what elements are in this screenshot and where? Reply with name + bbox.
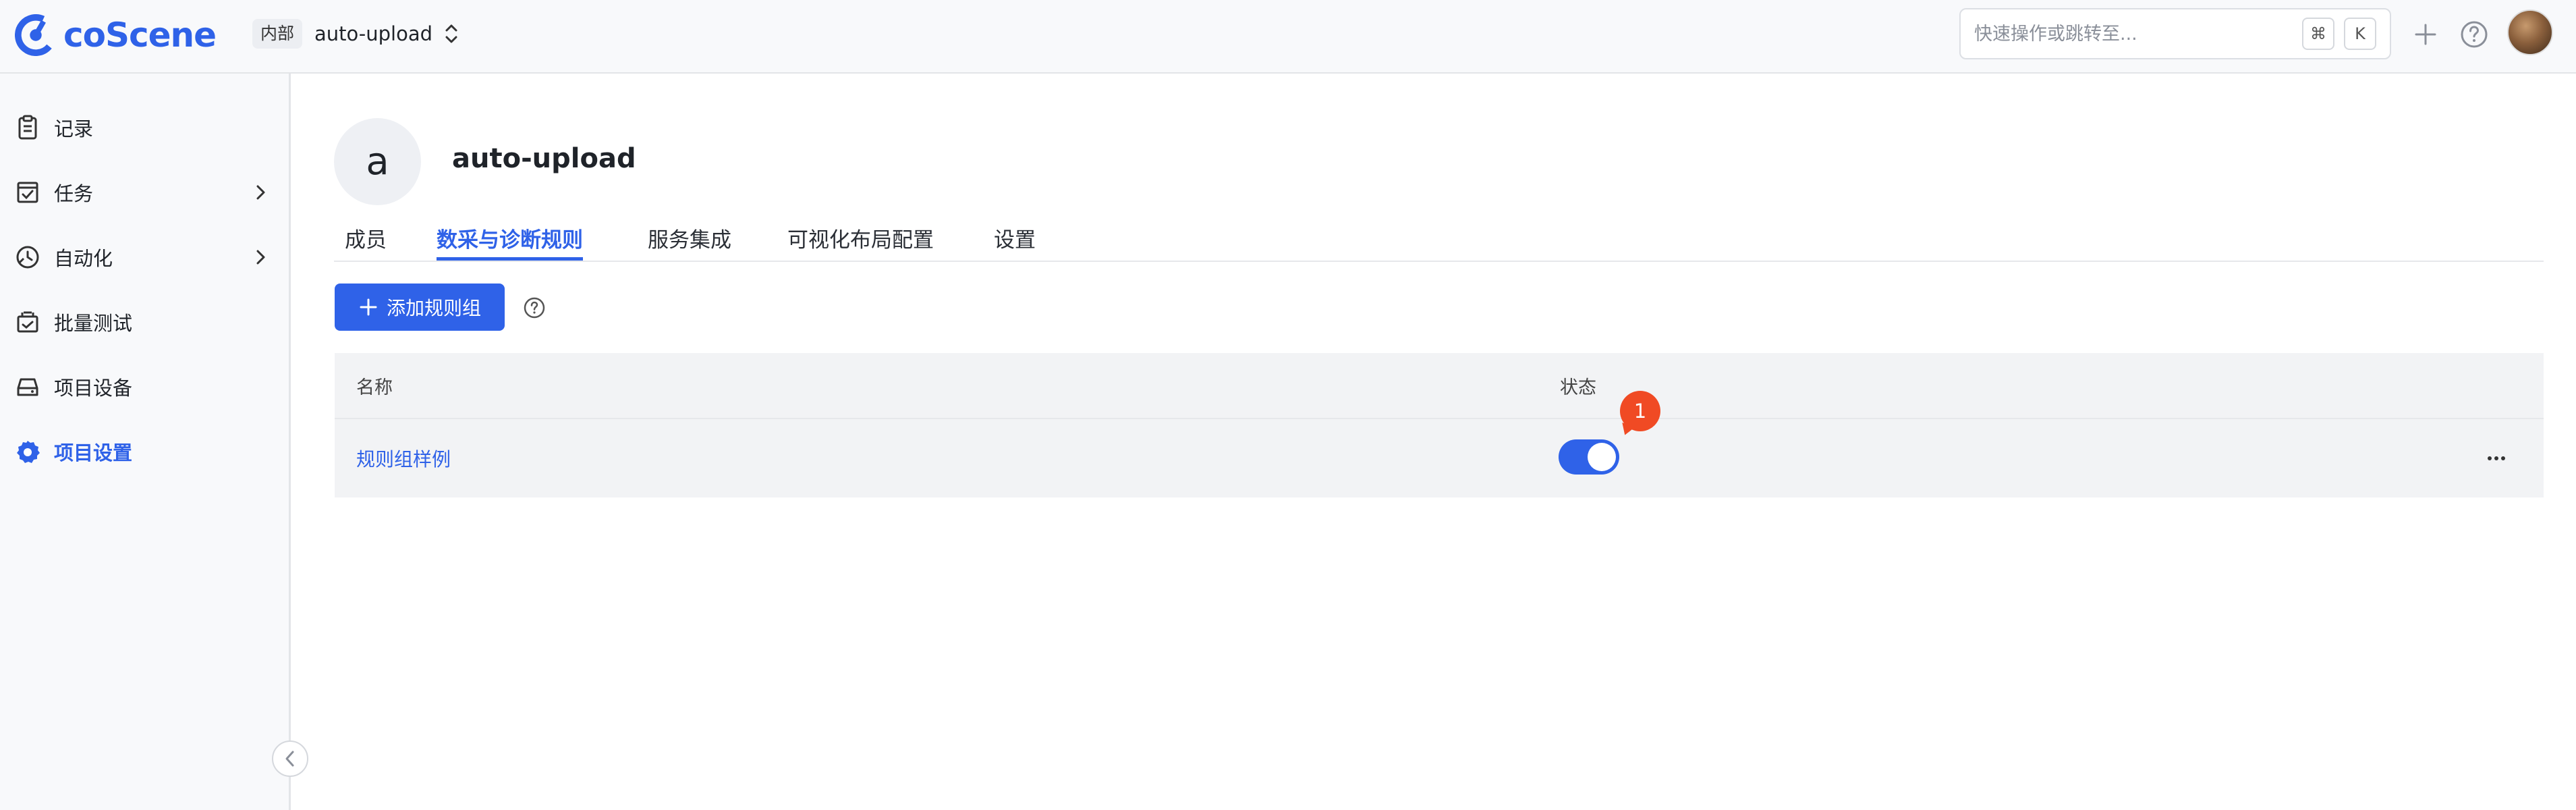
chevron-right-icon	[256, 185, 265, 200]
user-avatar[interactable]	[2507, 9, 2553, 55]
sidebar-collapse-button[interactable]	[272, 740, 308, 777]
project-switcher-label: auto-upload	[314, 22, 433, 45]
batch-test-icon	[13, 308, 42, 336]
status-toggle[interactable]	[1559, 439, 1619, 475]
help-button[interactable]	[2456, 16, 2492, 53]
rule-group-name-link[interactable]: 规则组样例	[356, 445, 451, 472]
sidebar-item-label: 任务	[54, 182, 94, 205]
page-title: auto-upload	[452, 143, 636, 174]
plus-icon	[2415, 24, 2436, 45]
notification-badge: 1	[1620, 391, 1660, 431]
tab-data-diagnosis-rules[interactable]: 数采与诊断规则	[437, 216, 583, 261]
coscene-logo-icon	[15, 14, 57, 56]
table-row: 规则组样例 1	[335, 391, 2544, 497]
more-horizontal-icon	[2488, 456, 2505, 460]
tab-service-integration[interactable]: 服务集成	[648, 216, 731, 261]
column-header-name: 名称	[356, 377, 393, 398]
sidebar-item-tasks[interactable]: 任务	[0, 165, 289, 219]
shortcut-key-k: K	[2344, 18, 2376, 50]
sidebar-item-records[interactable]: 记录	[0, 101, 289, 155]
table-header: 名称 状态	[335, 353, 2544, 418]
device-icon	[13, 373, 42, 401]
env-badge: 内部	[252, 19, 303, 49]
settings-tabs: 成员 数采与诊断规则 服务集成 可视化布局配置 设置	[334, 209, 2544, 262]
add-button[interactable]	[2407, 16, 2444, 53]
app-logo[interactable]: coScene	[15, 8, 217, 62]
sidebar-item-label: 自动化	[54, 247, 113, 270]
column-header-status: 状态	[1560, 377, 1596, 398]
chevron-right-icon	[256, 250, 265, 265]
help-circle-icon	[2461, 21, 2488, 48]
chevron-left-icon	[285, 751, 294, 767]
shortcut-key-cmd: ⌘	[2302, 18, 2334, 50]
toggle-knob	[1588, 443, 1616, 471]
sidebar-item-label: 项目设备	[54, 377, 133, 400]
plus-icon	[360, 298, 377, 316]
sidebar-item-label: 批量测试	[54, 312, 133, 335]
sidebar-item-project-settings[interactable]: 项目设置	[0, 425, 289, 479]
sidebar-item-label: 项目设置	[54, 441, 133, 464]
project-switcher[interactable]: auto-upload	[314, 16, 459, 51]
top-header: coScene 内部 auto-upload ⌘ K	[0, 0, 2576, 74]
quick-search[interactable]: ⌘ K	[1959, 8, 2391, 59]
chevron-updown-icon	[445, 24, 457, 43]
rule-group-table: 名称 状态 规则组样例 1	[335, 353, 2544, 497]
tab-settings[interactable]: 设置	[994, 216, 1036, 261]
add-rule-group-label: 添加规则组	[386, 297, 481, 319]
add-rule-group-button[interactable]: 添加规则组	[335, 284, 505, 331]
row-more-button[interactable]	[2484, 446, 2509, 470]
logo-text: coScene	[63, 16, 217, 55]
sidebar-item-batch-test[interactable]: 批量测试	[0, 295, 289, 349]
sidebar: 记录 任务 自动化 批量测试 项目设备 项目设置	[0, 74, 308, 810]
tab-visualization-layout[interactable]: 可视化布局配置	[787, 216, 934, 261]
task-check-icon	[13, 178, 42, 207]
sidebar-item-automation[interactable]: 自动化	[0, 230, 289, 284]
gear-icon	[13, 437, 42, 466]
project-avatar: a	[334, 118, 421, 205]
quick-search-input[interactable]	[1974, 23, 2293, 45]
automation-icon	[13, 243, 42, 271]
sidebar-item-devices[interactable]: 项目设备	[0, 360, 289, 414]
help-circle-icon[interactable]	[522, 296, 547, 320]
sidebar-item-label: 记录	[54, 117, 94, 140]
tab-members[interactable]: 成员	[345, 216, 387, 261]
clipboard-icon	[13, 113, 42, 142]
